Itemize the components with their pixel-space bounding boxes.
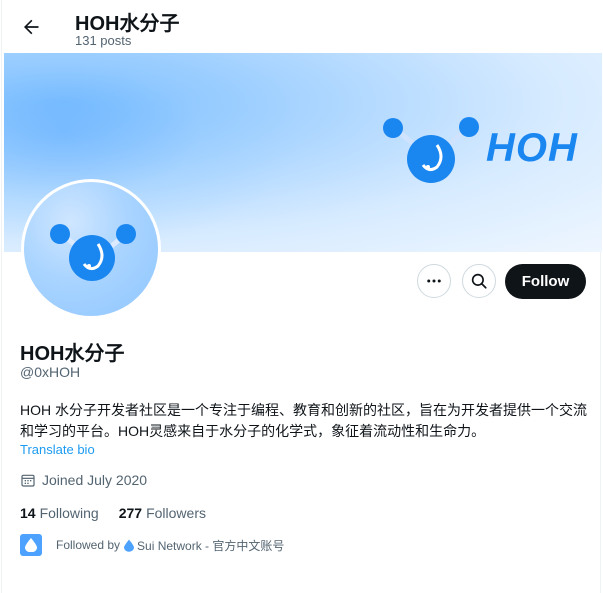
follow-stats: 14 Following 277 Followers [20,505,206,521]
followed-by-account: Sui Network - 官方中文账号 [137,538,285,553]
profile-column: HOH水分子 131 posts HOH Follow HOH水分子 @0xHO… [1,0,602,593]
display-name: HOH水分子 [20,343,125,365]
banner-logo-text: HOH [486,126,578,170]
profile-avatar[interactable] [21,179,161,319]
top-bar: HOH水分子 131 posts [2,0,602,53]
followers-label: Followers [146,505,206,521]
follow-button[interactable]: Follow [505,264,586,299]
followers-count: 277 [118,505,143,521]
following-count: 14 [20,505,36,521]
avatar-image [24,182,158,316]
more-dots-icon [427,279,441,283]
following-link[interactable]: 14 Following [20,505,99,521]
water-drop-icon [25,538,37,552]
user-handle: @0xHOH [20,364,81,380]
page-title: HOH水分子 [75,13,180,35]
more-options-button[interactable] [417,264,451,298]
water-drop-icon [124,539,135,552]
search-profile-button[interactable] [462,264,496,298]
back-button[interactable] [14,10,48,44]
follower-avatar[interactable] [20,534,42,556]
following-label: Following [39,505,99,521]
followers-link[interactable]: 277 Followers [119,505,206,521]
joined-date: Joined July 2020 [20,472,147,488]
followed-by-label: Followed by [56,538,121,552]
post-count: 131 posts [75,33,132,48]
search-icon [471,273,487,289]
calendar-icon [21,474,35,487]
water-molecule-avatar-icon [50,224,136,281]
followed-by-account-link[interactable]: Sui Network - 官方中文账号 [124,537,284,554]
water-molecule-logo-icon [383,117,479,183]
followed-by: Followed by Sui Network - 官方中文账号 [20,534,284,556]
joined-text: Joined July 2020 [42,472,148,488]
profile-bio: HOH 水分子开发者社区是一个专注于编程、教育和创新的社区，旨在为开发者提供一个… [20,402,587,439]
arrow-left-icon [24,19,39,35]
translate-bio-link[interactable]: Translate bio [20,442,95,457]
